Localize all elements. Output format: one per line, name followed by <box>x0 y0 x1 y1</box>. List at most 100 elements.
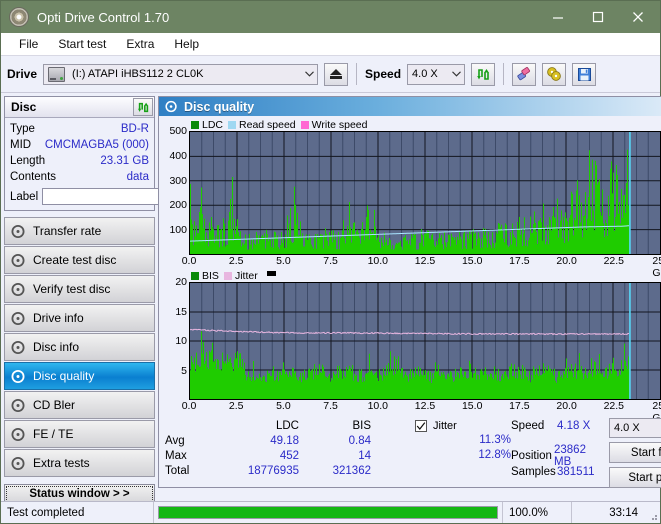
stats-ldc-max: 452 <box>217 450 299 462</box>
x-tick-label: 2.5 <box>229 400 244 412</box>
elapsed-time: 33:14 <box>572 502 644 523</box>
menu-extra[interactable]: Extra <box>116 35 164 53</box>
resize-grip[interactable] <box>644 502 660 523</box>
bottom-chart-row: 5101520 4%8%12%16%20% <box>161 282 661 400</box>
disc-panel-header: Disc <box>5 97 154 118</box>
disc-quality-header: Disc quality <box>159 97 661 116</box>
legend-label: Read speed <box>239 119 296 131</box>
status-message: Test completed <box>1 502 154 523</box>
legend-ldc: LDC <box>191 119 223 131</box>
eject-icon <box>330 69 342 75</box>
sidebar-item-cd-bler[interactable]: CD Bler <box>4 391 155 419</box>
disc-icon <box>11 456 26 471</box>
x-tick-label: 22.5 <box>604 255 624 267</box>
sidebar-label: CD Bler <box>33 398 75 412</box>
disc-type-label: Type <box>10 123 35 135</box>
disc-contents-value: data <box>127 171 149 183</box>
eject-button[interactable] <box>324 63 348 86</box>
speed-select-value: 4.0 X <box>408 68 448 80</box>
menu-bar: File Start test Extra Help <box>1 33 660 56</box>
top-chart-legend: LDC Read speed Write speed <box>161 118 661 131</box>
drive-select-value: (I:) ATAPI iHBS112 2 CL0K <box>68 68 301 80</box>
start-full-button[interactable]: Start full <box>609 442 661 463</box>
minimize-button[interactable] <box>538 2 578 32</box>
disc-panel: Disc Type BD-R <box>4 96 155 211</box>
discs-button[interactable] <box>542 63 566 86</box>
stats-area: LDC BIS Avg 49.18 0.84 Max 452 14 <box>159 414 661 488</box>
disc-icon <box>11 427 26 442</box>
save-button[interactable] <box>572 63 596 86</box>
stats-ldc-total: 18776935 <box>217 465 299 477</box>
right-column: Disc quality LDC Read speed <box>158 93 661 494</box>
legend-jitter: Jitter <box>224 270 258 282</box>
disc-quality-icon <box>165 100 178 113</box>
disc-icon <box>11 253 26 268</box>
Jitter-line <box>190 329 629 334</box>
sidebar-item-disc-quality[interactable]: Disc quality <box>4 362 155 390</box>
top-chart-row: 100200300400500 2 X4 X6 X8 X10 X12 X14 X… <box>161 131 661 255</box>
menu-file[interactable]: File <box>9 35 48 53</box>
disc-refresh-button[interactable] <box>133 98 153 116</box>
disc-icon <box>11 369 26 384</box>
x-tick-label: 15.0 <box>462 255 482 267</box>
stats-col-bis: BIS <box>299 420 371 432</box>
maximize-button[interactable] <box>578 2 618 32</box>
x-tick-label: 2.5 <box>229 255 244 267</box>
legend-label: Jitter <box>235 270 258 282</box>
x-tick-label: 0.0 <box>182 400 197 412</box>
disc-row-mid: MID CMCMAGBA5 (000) <box>10 137 149 153</box>
jitter-label: Jitter <box>433 420 457 432</box>
erase-button[interactable] <box>512 63 536 86</box>
sidebar-label: Disc quality <box>33 369 94 383</box>
title-bar: Opti Drive Control 1.70 <box>1 1 660 33</box>
close-button[interactable] <box>618 2 658 32</box>
menu-start-test[interactable]: Start test <box>48 35 116 53</box>
x-tick-label: 5.0 <box>276 255 291 267</box>
speed-select[interactable]: 4.0 X <box>407 64 465 85</box>
stats-bis-avg: 0.84 <box>299 435 371 447</box>
refresh-button[interactable] <box>471 63 495 86</box>
main-content: Disc Type BD-R <box>1 93 660 494</box>
stats-ldc-avg: 49.18 <box>217 435 299 447</box>
run-info-area: Speed 4.18 X Position 23862 MB Samples 3… <box>511 418 661 488</box>
sidebar-label: Disc info <box>33 340 79 354</box>
jitter-column: Jitter 11.3% 12.8% <box>415 418 511 488</box>
sidebar-item-transfer-rate[interactable]: Transfer rate <box>4 217 155 245</box>
top-chart-plot <box>189 131 661 255</box>
position-row: Position 23862 MB <box>511 448 603 464</box>
legend-swatch <box>224 272 232 280</box>
sidebar-item-verify-test-disc[interactable]: Verify test disc <box>4 275 155 303</box>
legend-swatch <box>301 121 309 129</box>
start-part-button[interactable]: Start part <box>609 467 661 488</box>
sidebar-item-create-test-disc[interactable]: Create test disc <box>4 246 155 274</box>
speed-key: Speed <box>511 420 557 432</box>
sidebar-item-disc-info[interactable]: Disc info <box>4 333 155 361</box>
x-tick-label: 17.5 <box>509 400 529 412</box>
top-chart-x-axis: 0.02.55.07.510.012.515.017.520.022.525.0… <box>189 255 661 269</box>
drive-select[interactable]: (I:) ATAPI iHBS112 2 CL0K <box>43 64 318 85</box>
sidebar-label: Transfer rate <box>33 224 101 238</box>
y-tick-label: 5 <box>181 365 187 377</box>
y-tick-label: 400 <box>169 150 187 162</box>
left-column: Disc Type BD-R <box>1 93 158 494</box>
disc-mid-label: MID <box>10 139 31 151</box>
bottom-chart: BIS Jitter 5101520 4%8%12%16%20% <box>161 269 661 414</box>
sidebar-item-extra-tests[interactable]: Extra tests <box>4 449 155 477</box>
x-tick-label: 12.5 <box>415 255 435 267</box>
menu-help[interactable]: Help <box>164 35 209 53</box>
sidebar-item-fe-te[interactable]: FE / TE <box>4 420 155 448</box>
test-speed-value: 4.0 X <box>610 422 661 434</box>
window-title: Opti Drive Control 1.70 <box>37 10 538 25</box>
disc-length-label: Length <box>10 155 45 167</box>
sidebar-item-drive-info[interactable]: Drive info <box>4 304 155 332</box>
jitter-header: Jitter <box>415 418 511 433</box>
jitter-checkbox[interactable] <box>415 420 427 432</box>
legend-swatch <box>228 121 236 129</box>
x-tick-label: 7.5 <box>323 400 338 412</box>
sidebar-label: Create test disc <box>33 253 116 267</box>
stats-bis-total: 321362 <box>299 465 371 477</box>
stats-table: LDC BIS Avg 49.18 0.84 Max 452 14 <box>165 418 415 488</box>
test-speed-select[interactable]: 4.0 X <box>609 418 661 438</box>
x-tick-label: 22.5 <box>604 400 624 412</box>
x-tick-label: 20.0 <box>556 400 576 412</box>
